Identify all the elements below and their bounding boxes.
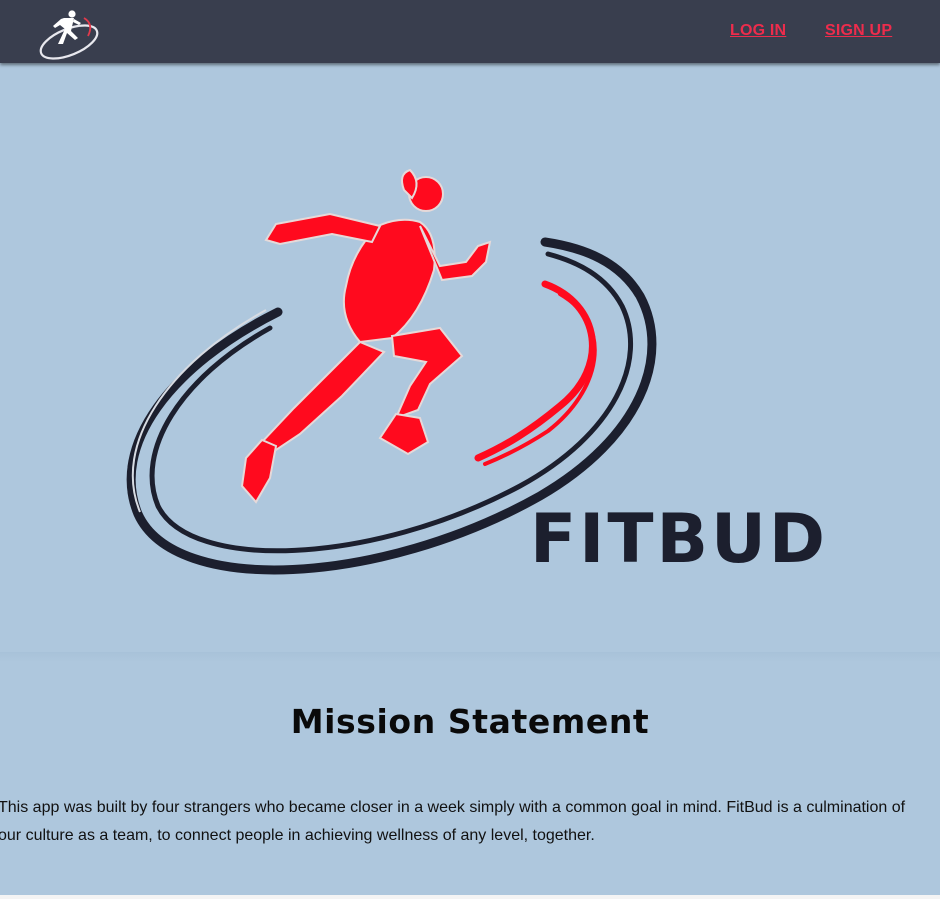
- hero-bottom-shade: [0, 652, 940, 662]
- runner-logo-icon[interactable]: [36, 4, 102, 60]
- mission-title: Mission Statement: [290, 702, 650, 741]
- footer-divider: [0, 895, 940, 899]
- brand-name: FITBUD: [530, 500, 828, 579]
- top-navbar: LOG IN SIGN UP: [0, 0, 940, 63]
- signup-link[interactable]: SIGN UP: [825, 22, 892, 40]
- red-runner-logo-icon: FITBUD: [126, 168, 828, 579]
- login-link[interactable]: LOG IN: [730, 22, 786, 40]
- mission-statement-text: This app was built by four strangers who…: [0, 799, 906, 844]
- hero-banner: FITBUD: [0, 66, 940, 662]
